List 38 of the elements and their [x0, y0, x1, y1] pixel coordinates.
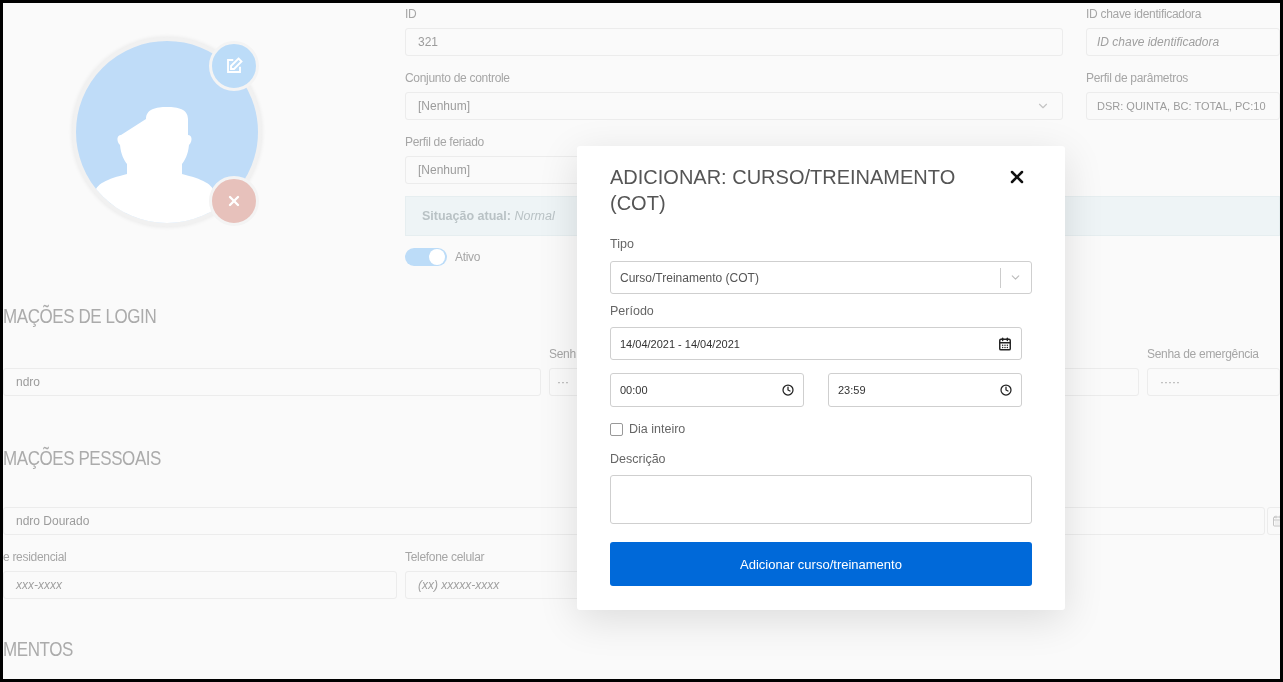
section-heading: MAÇÕES DE LOGIN	[3, 304, 157, 328]
toggle-switch[interactable]	[405, 248, 447, 266]
checkbox-label: Dia inteiro	[629, 421, 686, 437]
section-heading: MAÇÕES PESSOAIS	[3, 446, 161, 470]
clock-icon	[1000, 384, 1012, 396]
field-label: Período	[610, 303, 654, 319]
time-field[interactable]: 23:59	[828, 373, 1022, 407]
edit-button[interactable]	[209, 41, 259, 91]
select-field[interactable]: [Nenhum]	[405, 92, 1063, 120]
close-icon	[226, 193, 242, 209]
text-field[interactable]: ID chave identificadora	[1086, 28, 1280, 56]
field-label: Telefone celular	[405, 549, 485, 565]
clock-icon	[782, 384, 794, 396]
field-label: Perfil de feriado	[405, 134, 484, 150]
field-label: ID	[405, 6, 417, 22]
phone-field[interactable]: xxx-xxxx	[3, 571, 397, 599]
text-field[interactable]: ndro	[3, 368, 541, 396]
field-label: Perfil de parâmetros	[1086, 70, 1189, 86]
field-label: Senha de emergência	[1147, 346, 1259, 362]
date-range-field[interactable]: 14/04/2021 - 14/04/2021	[610, 327, 1022, 360]
field-label: Tipo	[610, 236, 634, 252]
section-heading: MENTOS	[3, 637, 73, 661]
field-label: ID chave identificadora	[1086, 6, 1202, 22]
password-field[interactable]: ·····	[1147, 368, 1280, 396]
time-field[interactable]: 00:00	[610, 373, 804, 407]
toggle-label: Ativo	[455, 249, 481, 265]
text-field[interactable]: 321	[405, 28, 1063, 56]
text-field[interactable]: DSR: QUINTA, BC: TOTAL, PC:10	[1086, 92, 1280, 120]
checkbox[interactable]	[610, 422, 623, 436]
select-field[interactable]: Curso/Treinamento (COT)	[610, 261, 1032, 294]
field-label: Descrição	[610, 451, 666, 467]
field-label: e residencial	[3, 549, 67, 565]
field-label: Senh	[549, 346, 576, 362]
remove-button[interactable]	[209, 176, 259, 226]
submit-button[interactable]: Adicionar curso/treinamento	[610, 542, 1032, 586]
edit-icon	[225, 57, 243, 75]
field-label: Conjunto de controle	[405, 70, 510, 86]
description-field[interactable]	[610, 475, 1032, 524]
